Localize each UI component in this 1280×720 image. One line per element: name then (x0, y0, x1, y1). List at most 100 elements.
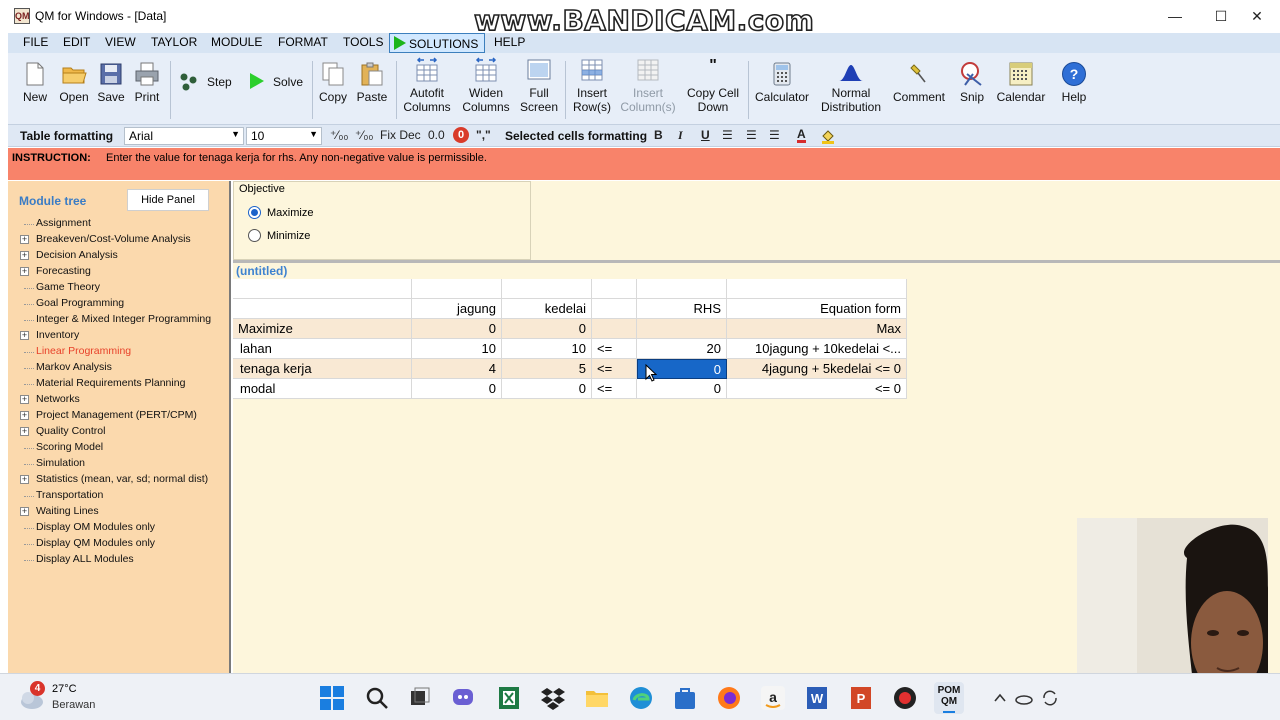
table-cell[interactable]: 10 (502, 339, 592, 359)
font-color-button[interactable]: A (797, 128, 806, 143)
module-tree-item[interactable]: Forecasting (36, 265, 91, 277)
module-tree-item[interactable]: Assignment (36, 217, 91, 229)
table-cell[interactable]: 0 (412, 379, 502, 399)
module-tree-item[interactable]: Display QM Modules only (36, 537, 155, 549)
align-right-icon[interactable]: ☰ (769, 128, 780, 142)
pom-qm-taskbar-button[interactable]: POM QM (934, 682, 964, 714)
module-tree-item[interactable]: Quality Control (36, 425, 105, 437)
module-tree-item[interactable]: Networks (36, 393, 80, 405)
edge-icon[interactable] (628, 685, 654, 711)
insert-columns-button[interactable]: Insert Column(s) (618, 57, 678, 114)
menu-help[interactable]: HELP (494, 35, 525, 49)
increase-decimal-icon[interactable]: ⁺⁄₀₀ (355, 128, 373, 142)
menu-module[interactable]: MODULE (211, 35, 262, 49)
menu-format[interactable]: FORMAT (278, 35, 328, 49)
module-tree-item[interactable]: Decision Analysis (36, 249, 118, 261)
copy-cell-down-button[interactable]: " Copy Cell Down (682, 57, 744, 114)
dropbox-icon[interactable] (540, 685, 566, 711)
module-tree-item[interactable]: Project Management (PERT/CPM) (36, 409, 197, 421)
table-cell[interactable]: 0 (637, 379, 727, 399)
module-tree-item[interactable]: Simulation (36, 457, 85, 469)
splitter[interactable] (233, 260, 1280, 263)
table-cell[interactable]: <= (592, 339, 637, 359)
module-tree-item[interactable]: Statistics (mean, var, sd; normal dist) (36, 473, 208, 485)
table-cell[interactable]: <= (592, 359, 637, 379)
chevron-up-icon[interactable] (992, 690, 1008, 706)
column-header[interactable]: Equation form (727, 299, 907, 319)
module-tree-item[interactable]: Waiting Lines (36, 505, 99, 517)
task-view-icon[interactable] (407, 685, 433, 711)
table-cell[interactable]: <= (592, 379, 637, 399)
menu-edit[interactable]: EDIT (63, 35, 90, 49)
store-icon[interactable] (672, 685, 698, 711)
menu-view[interactable]: VIEW (105, 35, 136, 49)
table-cell[interactable] (637, 319, 727, 339)
search-icon[interactable] (364, 685, 390, 711)
minimize-button[interactable]: — (1152, 0, 1198, 32)
module-tree-item[interactable]: Game Theory (36, 281, 100, 293)
table-cell[interactable]: 4 (412, 359, 502, 379)
close-button[interactable]: ✕ (1234, 0, 1280, 32)
fill-color-icon[interactable] (820, 128, 836, 147)
table-cell[interactable]: tenaga kerja (233, 359, 412, 379)
excel-icon[interactable] (496, 685, 522, 711)
module-tree-item[interactable]: Display ALL Modules (36, 553, 134, 565)
firefox-icon[interactable] (716, 685, 742, 711)
table-cell[interactable]: Maximize (233, 319, 412, 339)
full-screen-button[interactable]: Full Screen (518, 57, 560, 114)
decimal-format-button[interactable]: 0.0 (428, 128, 445, 142)
minimize-radio[interactable]: Minimize (248, 229, 310, 242)
comment-button[interactable]: Comment (889, 61, 949, 104)
module-tree-item[interactable]: Scoring Model (36, 441, 103, 453)
expand-icon[interactable]: + (20, 411, 29, 420)
column-header[interactable]: kedelai (502, 299, 592, 319)
fix-decimal-button[interactable]: Fix Dec (380, 128, 421, 142)
onedrive-icon[interactable] (1014, 688, 1034, 708)
table-cell[interactable]: 0 (412, 319, 502, 339)
paste-button[interactable]: Paste (353, 61, 391, 104)
bold-button[interactable]: B (654, 128, 663, 142)
expand-icon[interactable]: + (20, 475, 29, 484)
column-header[interactable]: RHS (637, 299, 727, 319)
sync-icon[interactable] (1040, 688, 1060, 708)
column-header[interactable]: jagung (412, 299, 502, 319)
menu-tools[interactable]: TOOLS (343, 35, 383, 49)
menu-taylor[interactable]: TAYLOR (151, 35, 197, 49)
snip-button[interactable]: Snip (954, 61, 990, 104)
table-cell[interactable]: 0 (502, 319, 592, 339)
align-center-icon[interactable]: ☰ (746, 128, 757, 142)
expand-icon[interactable]: + (20, 507, 29, 516)
comma-format-button[interactable]: "," (476, 128, 491, 142)
module-tree-item[interactable]: Inventory (36, 329, 79, 341)
zero-format-button[interactable]: 0 (453, 127, 469, 143)
open-button[interactable]: Open (58, 61, 90, 104)
table-cell[interactable]: 5 (502, 359, 592, 379)
module-tree-item[interactable]: Transportation (36, 489, 103, 501)
column-header[interactable] (592, 299, 637, 319)
table-cell[interactable] (592, 319, 637, 339)
module-tree-item[interactable]: Display OM Modules only (36, 521, 155, 533)
menu-solutions[interactable]: SOLUTIONS (389, 33, 486, 53)
calendar-button[interactable]: Calendar (993, 61, 1049, 104)
record-icon[interactable] (892, 685, 918, 711)
module-tree-item[interactable]: Markov Analysis (36, 361, 112, 373)
print-button[interactable]: Print (132, 61, 162, 104)
save-button[interactable]: Save (96, 61, 126, 104)
expand-icon[interactable]: + (20, 235, 29, 244)
normal-distribution-button[interactable]: Normal Distribution (816, 57, 886, 114)
module-tree-item[interactable]: Material Requirements Planning (36, 377, 185, 389)
autofit-columns-button[interactable]: Autofit Columns (400, 57, 454, 114)
powerpoint-icon[interactable]: P (848, 685, 874, 711)
table-cell[interactable]: modal (233, 379, 412, 399)
expand-icon[interactable]: + (20, 427, 29, 436)
table-cell[interactable]: 20 (637, 339, 727, 359)
word-icon[interactable]: W (804, 685, 830, 711)
widen-columns-button[interactable]: Widen Columns (458, 57, 514, 114)
font-select[interactable]: Arial ▼ (124, 127, 244, 145)
expand-icon[interactable]: + (20, 251, 29, 260)
hide-panel-button[interactable]: Hide Panel (127, 189, 209, 211)
module-tree-item[interactable]: Integer & Mixed Integer Programming (36, 313, 211, 325)
insert-rows-button[interactable]: Insert Row(s) (569, 57, 615, 114)
underline-button[interactable]: U (701, 128, 710, 142)
file-explorer-icon[interactable] (584, 685, 610, 711)
